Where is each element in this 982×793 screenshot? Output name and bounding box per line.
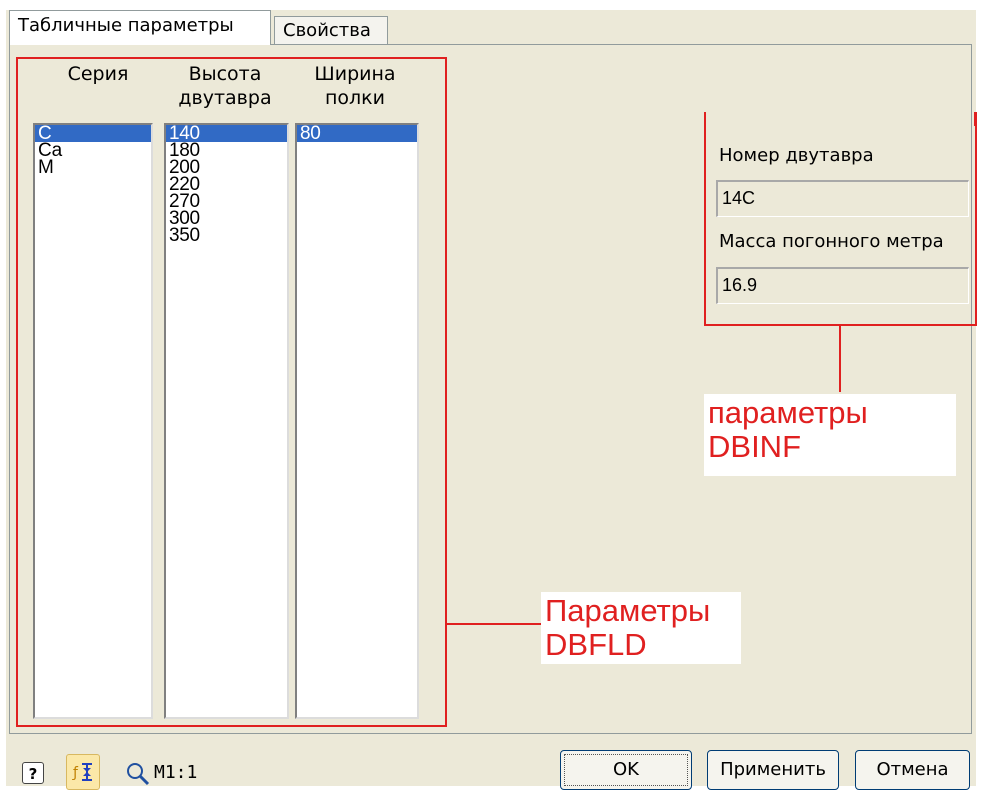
ok-button[interactable]: OK [560, 750, 692, 790]
tab-table-parameters[interactable]: Табличные параметры [9, 10, 271, 45]
magnifier-icon[interactable] [124, 760, 152, 788]
dbinf-connector-line [839, 326, 841, 392]
dbinf-annotation: параметры DBINF [704, 394, 956, 476]
scale-label: М1:1 [154, 762, 198, 783]
dbinf-highlight-box [704, 112, 977, 326]
dbfld-annotation: Параметры DBFLD [541, 592, 741, 664]
svg-text:?: ? [29, 765, 38, 783]
dbinf-annotation-line1: параметры [708, 395, 868, 430]
dbfld-annotation-line2: DBFLD [545, 627, 647, 662]
level-icon[interactable]: ƒ [66, 754, 100, 790]
cancel-button[interactable]: Отмена [855, 750, 970, 790]
help-icon[interactable]: ? [22, 762, 44, 784]
svg-text:ƒ: ƒ [72, 765, 79, 781]
tab-properties[interactable]: Свойства [274, 16, 388, 45]
apply-button[interactable]: Применить [707, 750, 839, 790]
dbfld-annotation-line1: Параметры [545, 593, 711, 628]
dbfld-connector-line [447, 623, 541, 625]
dbinf-annotation-line2: DBINF [708, 429, 801, 464]
dbfld-highlight-box [16, 57, 447, 727]
dbinf-box-top-stub [974, 112, 976, 126]
